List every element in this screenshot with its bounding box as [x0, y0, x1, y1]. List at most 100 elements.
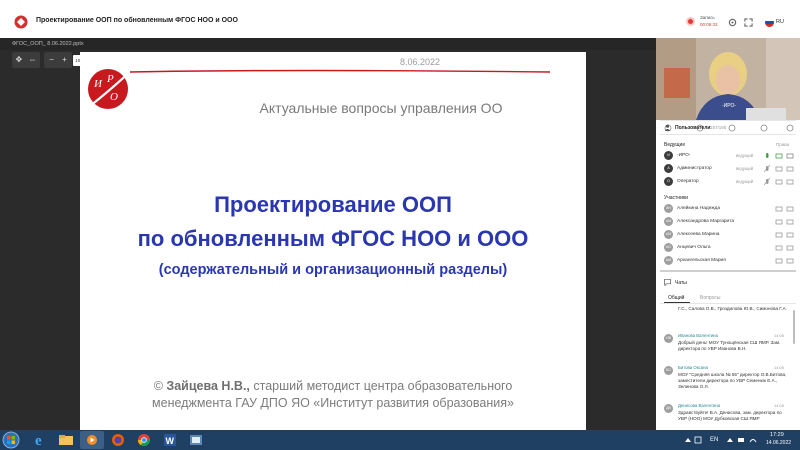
chat-tab-questions[interactable]: Вопросы [700, 295, 720, 301]
moderator-status-icons [764, 165, 794, 173]
pan-tools: ✥ ⇔ [12, 52, 40, 68]
participant-name: Алейкина Надежда [677, 206, 720, 211]
avatar: ДВ [664, 404, 673, 413]
panel-splitter[interactable] [660, 270, 796, 272]
moderator-row[interactable]: И -ИРО- ведущий [664, 150, 796, 162]
firefox-icon[interactable] [106, 431, 130, 449]
avatar: АН [664, 204, 673, 213]
record-time: 00:06:33 [700, 22, 718, 27]
divider [660, 303, 796, 304]
fit-tool-icon[interactable]: ⇔ [28, 55, 36, 64]
avatar: А [664, 164, 673, 173]
chat-icon [664, 279, 671, 286]
participant-name: Алексеева Марина [677, 232, 720, 237]
participant-row[interactable]: АО Анцевич Ольга [664, 242, 796, 254]
divider [660, 120, 796, 121]
move-tool-icon[interactable]: ✥ [16, 55, 23, 64]
avatar: АМ [664, 217, 673, 226]
record-label: Запись [700, 15, 715, 20]
participant-row[interactable]: АМ Архангельская Мария [664, 255, 796, 267]
chat-message-author: Иванова Валентина [678, 333, 718, 338]
chat-message-author: Денисова Валентина [678, 403, 721, 408]
avatar: ИВ [664, 334, 673, 343]
moderator-name: Оператор [677, 179, 699, 184]
chat-message-time: 14:05 [774, 403, 785, 408]
video-user-name: -ИРО- [722, 103, 737, 109]
rights-label: Права [776, 142, 790, 147]
moderator-status-icons [764, 178, 794, 186]
participant-name: Александрова Маргарита [677, 219, 735, 224]
svg-text:И: И [93, 78, 103, 90]
fullscreen-icon[interactable] [744, 18, 753, 27]
avatar: О [664, 177, 673, 186]
chat-tab-general[interactable]: Общий [668, 295, 684, 301]
slide-heading-line-1: Проектирование ООП [214, 192, 452, 217]
slide-heading-line-3: (содержательный и организационный раздел… [158, 262, 508, 278]
meeting-title: Проектирование ООП по обновленным ФГОС Н… [36, 17, 238, 24]
slide-heading-line-2: по обновленным ФГОС НОО и ООО [137, 226, 529, 251]
file-bar [0, 38, 656, 50]
moderator-name: -ИРО- [677, 153, 691, 158]
participant-row[interactable]: АН Алейкина Надежда [664, 203, 796, 215]
tray-status-icons[interactable] [726, 436, 762, 444]
author-position: старший методист центра образовательного [249, 379, 513, 393]
slide-decor-line [130, 69, 550, 73]
author-prefix: © [153, 379, 167, 393]
participant-name: Анцевич Ольга [677, 245, 711, 250]
chat-message-text: Добрый день! МОУ Тунощёнская СШ ЯМР. Зам… [678, 340, 781, 351]
slide-author-line-2: менеджмента ГАУ ДПО ЯО «Институт развити… [152, 396, 514, 410]
zoom-out-button[interactable]: − [49, 55, 54, 64]
chat-message-text: Здравствуйте! В.А. Денисова, зам. директ… [678, 410, 782, 421]
chat-scrollbar[interactable] [793, 310, 795, 344]
divider [660, 134, 796, 135]
settings-icon[interactable] [728, 18, 737, 27]
author-name: Зайцева Н.В., [166, 379, 250, 393]
participant-status-icons [775, 258, 794, 264]
zoom-in-button[interactable]: + [62, 55, 67, 64]
chat-message-time: 14:05 [774, 365, 785, 370]
moderator-row[interactable]: А Администратор ведущий [664, 163, 796, 175]
moderator-status-icons [766, 153, 794, 159]
language-selector[interactable]: RU [776, 19, 784, 25]
avatar: И [664, 151, 673, 160]
chat-message-time: 14:05 [774, 333, 785, 338]
chat-header: Чаты [675, 280, 687, 286]
participants-title: Участники [664, 195, 688, 201]
users-icon [664, 124, 671, 131]
svg-text:Р: Р [106, 73, 114, 85]
participant-row[interactable]: АМ Алексеева Марина [664, 229, 796, 241]
participant-status-icons [775, 232, 794, 238]
chat-message-partial: Г.С., Салова О.В., Гроздилова Ю.В., Симо… [678, 306, 787, 311]
keyboard-language[interactable]: EN [710, 437, 718, 443]
record-indicator-icon[interactable] [686, 17, 695, 26]
taskbar-time: 17:29 [770, 432, 784, 438]
participant-row[interactable]: АМ Александрова Маргарита [664, 216, 796, 228]
windows-start-icon[interactable] [2, 431, 20, 449]
avatar: БО [664, 366, 673, 375]
slide-subtitle: Актуальные вопросы управления ОО [259, 100, 503, 116]
avatar: АМ [664, 230, 673, 239]
users-header: Пользователи [675, 125, 711, 131]
russian-flag-icon[interactable] [765, 18, 774, 27]
moderator-role: ведущий [736, 166, 754, 171]
word-icon[interactable]: W [158, 431, 182, 449]
internet-explorer-icon[interactable]: e [28, 431, 52, 449]
presentation-file-name: ФГОС_ООП_ 8.06.2022.pptx [12, 41, 84, 47]
app-icon[interactable] [184, 431, 208, 449]
file-explorer-icon[interactable] [54, 431, 78, 449]
tray-icons[interactable] [684, 436, 704, 444]
moderator-row[interactable]: О Оператор ведущий [664, 176, 796, 188]
moderator-name: Администратор [677, 166, 712, 171]
moderators-title: Ведущие [664, 142, 686, 148]
participant-name: Архангельская Мария [677, 258, 726, 263]
participant-status-icons [775, 206, 794, 212]
chrome-icon[interactable] [132, 431, 156, 449]
svg-text:e: e [35, 433, 42, 449]
users-count: 187/195 [710, 125, 727, 130]
avatar: АО [664, 243, 673, 252]
svg-text:W: W [166, 436, 175, 446]
chat-message-author: Битова Оксана [678, 365, 708, 370]
chat-message-text: МОУ "Средняя школа № 55" директор О.В.Би… [678, 372, 787, 389]
media-player-icon[interactable] [80, 431, 104, 449]
moderator-role: ведущий [736, 179, 754, 184]
